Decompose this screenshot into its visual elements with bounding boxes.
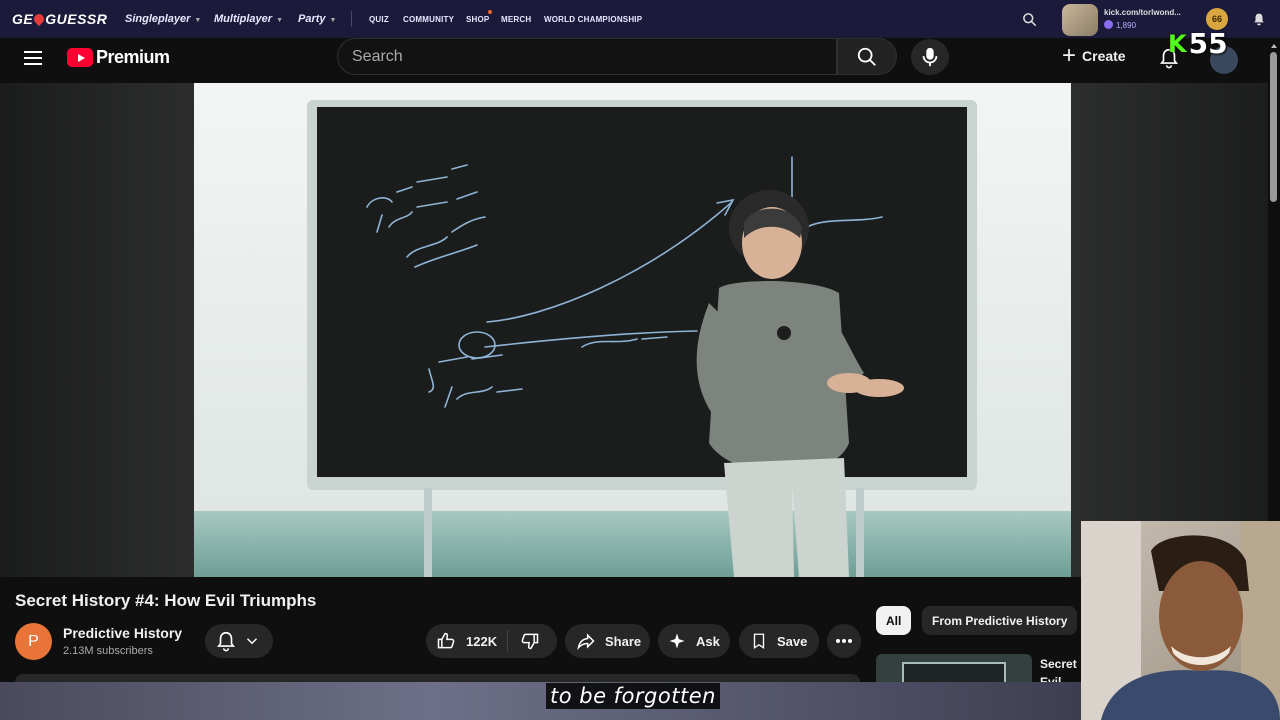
share-button[interactable]: Share — [565, 624, 650, 658]
board-leg — [424, 488, 432, 577]
geoguessr-logo[interactable]: GE GUESSR — [12, 11, 107, 27]
lecturer — [674, 183, 934, 577]
caption-text: to be forgotten — [546, 683, 720, 709]
like-dislike-group: 122K — [426, 624, 557, 658]
chip-from-channel[interactable]: From Predictive History — [922, 606, 1078, 635]
coin-count: 1,890 — [1116, 21, 1137, 30]
page-scrollbar[interactable] — [1268, 38, 1280, 520]
chevron-down-icon: ▼ — [329, 17, 337, 24]
share-icon — [577, 633, 595, 651]
nav-divider — [351, 11, 352, 27]
like-count: 122K — [466, 633, 498, 649]
logo-text-start: GE — [12, 11, 34, 27]
nav-multiplayer-label: Multiplayer — [214, 13, 273, 25]
scroll-up-arrow-icon[interactable] — [1271, 44, 1277, 48]
chip-all[interactable]: All — [876, 606, 912, 635]
search-button[interactable] — [837, 38, 897, 75]
share-label: Share — [605, 633, 642, 649]
geoguessr-top-bar: GE GUESSR Singleplayer ▼ Multiplayer ▼ Part… — [0, 0, 1280, 38]
nav-party[interactable]: Party ▼ — [298, 13, 336, 25]
subscription-bell-button[interactable] — [205, 624, 273, 658]
ask-label: Ask — [696, 633, 720, 649]
premium-label: Premium — [96, 47, 170, 67]
kick-follower-badge: K 55 — [1168, 27, 1228, 60]
nav-singleplayer[interactable]: Singleplayer ▼ — [125, 13, 201, 25]
logo-text-end: GUESSR — [45, 11, 108, 27]
search-icon — [857, 47, 876, 66]
coin-icon — [1104, 20, 1113, 29]
sparkle-icon — [669, 633, 685, 649]
nav-shop[interactable]: SHOP — [466, 15, 489, 24]
scrollbar-thumb[interactable] — [1270, 52, 1277, 202]
kick-count: 55 — [1188, 27, 1228, 60]
youtube-header: Premium Search + Create — [0, 38, 1268, 83]
bell-icon[interactable] — [1252, 12, 1266, 32]
bookmark-icon — [753, 633, 765, 650]
coin-balance: 1,890 — [1104, 20, 1136, 30]
video-floor — [194, 511, 1071, 577]
video-title: Secret History #4: How Evil Triumphs — [15, 591, 317, 610]
dislike-button[interactable] — [508, 631, 540, 651]
youtube-play-icon — [67, 48, 93, 67]
plus-icon: + — [1062, 42, 1077, 69]
username[interactable]: kick.com/torlwond... — [1104, 8, 1181, 17]
chevron-down-icon: ▼ — [276, 17, 284, 24]
microphone-icon — [922, 47, 938, 67]
search-icon[interactable] — [1022, 12, 1037, 32]
save-label: Save — [777, 633, 808, 649]
thumbs-down-icon — [521, 633, 539, 650]
thumbnail-blackboard — [902, 662, 1006, 684]
hamburger-menu-icon[interactable] — [24, 50, 42, 71]
like-button[interactable]: 122K — [426, 630, 508, 652]
nav-merch[interactable]: MERCH — [501, 15, 531, 24]
channel-avatar[interactable]: P — [15, 623, 52, 660]
subscriber-count: 2.13M subscribers — [63, 645, 153, 657]
nav-quiz[interactable]: QUIZ — [369, 15, 389, 24]
shop-notification-dot — [488, 10, 492, 14]
nav-community[interactable]: COMMUNITY — [403, 15, 454, 24]
nav-world-championship[interactable]: WORLD CHAMPIONSHIP — [544, 15, 642, 24]
more-horizontal-icon — [836, 639, 852, 643]
ask-button[interactable]: Ask — [658, 624, 730, 658]
nav-multiplayer[interactable]: Multiplayer ▼ — [214, 13, 283, 25]
create-label: Create — [1082, 48, 1126, 64]
video-player[interactable] — [194, 83, 1071, 577]
create-button[interactable]: + Create — [1062, 42, 1126, 69]
nav-party-label: Party — [298, 13, 326, 25]
thumbs-up-icon — [437, 632, 455, 649]
chevron-down-icon: ▼ — [194, 17, 202, 24]
voice-search-button[interactable] — [911, 39, 949, 75]
youtube-premium-logo[interactable]: Premium — [67, 47, 170, 68]
avatar[interactable] — [1062, 4, 1098, 36]
save-button[interactable]: Save — [739, 624, 819, 658]
recommended-video-thumbnail[interactable] — [876, 654, 1032, 684]
bell-icon — [216, 631, 236, 652]
chevron-down-icon — [246, 638, 258, 645]
kick-logo: K — [1168, 29, 1187, 58]
more-actions-button[interactable] — [827, 624, 861, 658]
nav-singleplayer-label: Singleplayer — [125, 13, 191, 25]
channel-name[interactable]: Predictive History — [63, 625, 182, 641]
streamer-webcam — [1081, 521, 1280, 720]
search-input[interactable]: Search — [337, 38, 837, 75]
bottom-strip — [0, 682, 1081, 720]
